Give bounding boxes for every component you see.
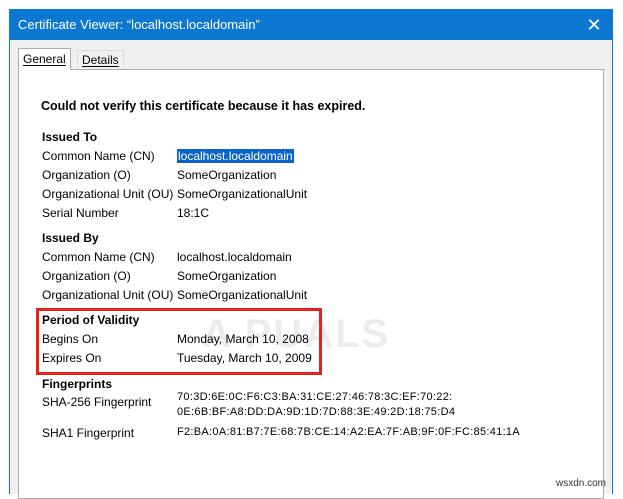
issued-to-ou-label: Organizational Unit (OU) <box>42 187 174 201</box>
site-watermark: wsxdn.com <box>556 478 607 489</box>
sha256-label: SHA-256 Fingerprint <box>42 395 152 409</box>
expires-on-value: Tuesday, March 10, 2009 <box>177 351 312 365</box>
tab-general-label: General <box>23 52 66 66</box>
expires-on-label: Expires On <box>42 351 102 365</box>
serial-number-label: Serial Number <box>42 206 119 220</box>
issued-to-heading: Issued To <box>42 130 98 144</box>
tab-details-label: Details <box>82 53 119 67</box>
serial-number-value: 18:1C <box>177 206 210 220</box>
tab-details[interactable]: Details <box>77 50 124 68</box>
sha1-value: F2:BA:0A:81:B7:7E:68:7B:CE:14:A2:EA:7F:A… <box>177 426 520 438</box>
issued-to-ou-value: SomeOrganizationalUnit <box>177 187 308 201</box>
issued-to-cn-label: Common Name (CN) <box>42 149 155 163</box>
issued-by-ou-label: Organizational Unit (OU) <box>42 288 174 302</box>
sha256-value-line1: 70:3D:6E:0C:F6:C3:BA:31:CE:27:46:78:3C:E… <box>177 391 453 403</box>
tab-general[interactable]: General <box>18 48 71 70</box>
window-title: Certificate Viewer: “localhost.localdoma… <box>18 17 260 32</box>
issued-to-o-value: SomeOrganization <box>177 168 277 182</box>
issued-by-o-value: SomeOrganization <box>177 269 277 283</box>
issued-to-cn-selected-text[interactable]: localhost.localdomain <box>177 149 294 163</box>
issued-by-ou-value: SomeOrganizationalUnit <box>177 288 308 302</box>
begins-on-value: Monday, March 10, 2008 <box>177 332 309 346</box>
issued-by-cn-label: Common Name (CN) <box>42 250 155 264</box>
title-bar[interactable]: Certificate Viewer: “localhost.localdoma… <box>10 10 612 40</box>
general-panel: Could not verify this certificate becaus… <box>18 69 604 499</box>
issued-to-o-label: Organization (O) <box>42 168 131 182</box>
issued-by-o-label: Organization (O) <box>42 269 131 283</box>
certificate-viewer-window: Certificate Viewer: “localhost.localdoma… <box>9 9 613 499</box>
sha256-value-line2: 0E:6B:BF:A8:DD:DA:9D:1D:7D:88:3E:49:2D:1… <box>177 406 456 418</box>
begins-on-label: Begins On <box>42 332 99 346</box>
expired-warning: Could not verify this certificate becaus… <box>41 99 366 113</box>
close-button[interactable]: ✕ <box>576 10 612 40</box>
issued-by-cn-value: localhost.localdomain <box>177 250 292 264</box>
sha1-label: SHA1 Fingerprint <box>42 426 135 440</box>
issued-by-heading: Issued By <box>42 231 99 245</box>
issued-to-cn-value[interactable]: localhost.localdomain <box>177 149 294 163</box>
validity-heading: Period of Validity <box>42 313 140 327</box>
fingerprints-heading: Fingerprints <box>42 377 113 391</box>
close-icon: ✕ <box>586 14 602 35</box>
